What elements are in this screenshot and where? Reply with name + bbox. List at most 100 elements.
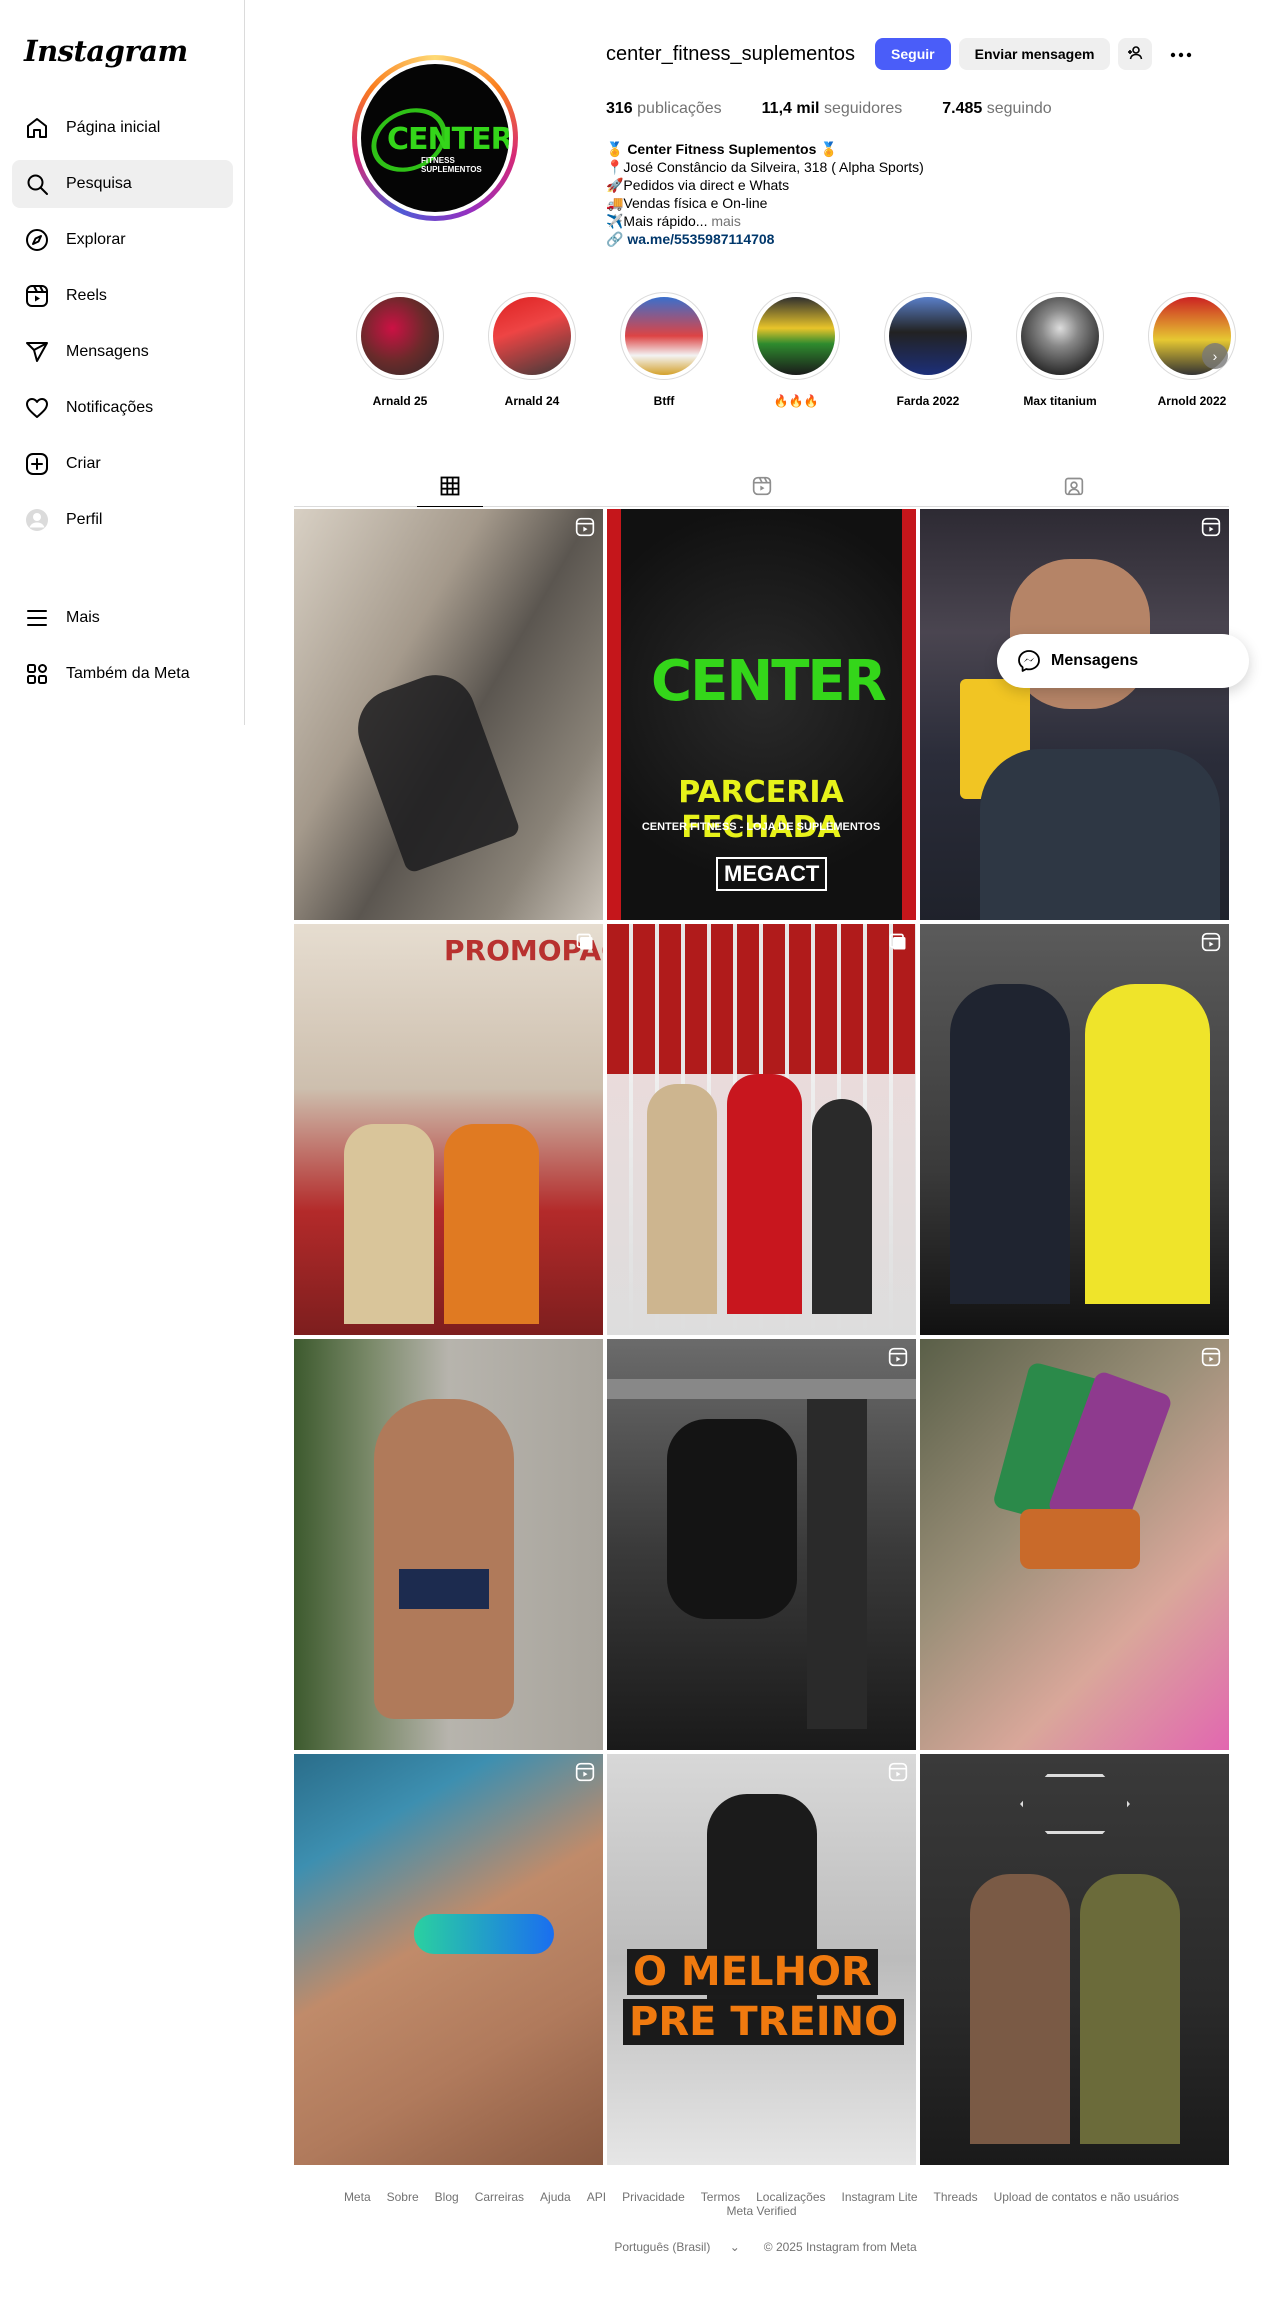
sidebar-item-create[interactable]: Criar: [12, 440, 233, 488]
carousel-icon: [889, 933, 906, 950]
highlight-ring: [752, 292, 840, 380]
footer-link[interactable]: Localizações: [756, 2190, 825, 2204]
post-tile[interactable]: [294, 1754, 603, 2165]
highlight-item[interactable]: Arnold 2022: [1126, 292, 1258, 408]
reel-icon: [575, 1762, 595, 1782]
sidebar-nav: Página inicial Pesquisa Explorar Reels M…: [12, 104, 233, 552]
tab-posts[interactable]: [417, 470, 483, 507]
post-tile[interactable]: [920, 509, 1229, 920]
reel-icon: [575, 517, 595, 537]
sidebar-item-notifications[interactable]: Notificações: [12, 384, 233, 432]
reel-icon: [1201, 932, 1221, 952]
sidebar-item-label: Reels: [66, 287, 107, 304]
highlight-label: Arnald 24: [504, 394, 560, 408]
more-dots-icon: [1170, 45, 1192, 63]
sidebar-item-explore[interactable]: Explorar: [12, 216, 233, 264]
sidebar-item-more[interactable]: Mais: [12, 594, 233, 642]
post-tile[interactable]: CENTER PARCERIA FECHADA CENTER FITNESS -…: [607, 509, 916, 920]
footer-link[interactable]: Upload de contatos e não usuários: [994, 2190, 1179, 2204]
footer-link[interactable]: Meta: [344, 2190, 371, 2204]
footer-link[interactable]: Sobre: [387, 2190, 419, 2204]
sidebar-item-messages[interactable]: Mensagens: [12, 328, 233, 376]
link-icon: 🔗: [606, 231, 624, 247]
instagram-logo[interactable]: Instagram: [24, 34, 188, 68]
post-tile[interactable]: [920, 1339, 1229, 1750]
sidebar-bottom: Mais Também da Meta: [12, 594, 233, 706]
bio-line: 🚚Vendas física e On-line: [606, 195, 768, 211]
floating-messages-button[interactable]: Mensagens: [997, 634, 1249, 688]
footer-link[interactable]: Ajuda: [540, 2190, 571, 2204]
post-figure: [346, 663, 522, 875]
post-tile[interactable]: O MELHOR PRE TREINO: [607, 1754, 916, 2165]
highlight-label: Arnald 25: [372, 394, 428, 408]
highlight-item[interactable]: Arnald 24: [466, 292, 598, 408]
highlight-ring: [356, 292, 444, 380]
post-sunglasses: [414, 1914, 554, 1954]
highlight-item[interactable]: Max titanium: [994, 292, 1126, 408]
sidebar-item-meta[interactable]: Também da Meta: [12, 650, 233, 698]
footer-link[interactable]: API: [587, 2190, 606, 2204]
post-tile[interactable]: PROMOPAC: [294, 924, 603, 1335]
post-tile[interactable]: [294, 1339, 603, 1750]
highlight-item[interactable]: 🔥🔥🔥: [730, 292, 862, 408]
footer-link[interactable]: Carreiras: [475, 2190, 524, 2204]
add-person-icon: [1127, 45, 1143, 64]
footer-link[interactable]: Threads: [934, 2190, 978, 2204]
post-tile[interactable]: [920, 924, 1229, 1335]
avatar-subtitle: FITNESS SUPLEMENTOS: [421, 156, 482, 174]
post-ceiling-light: [1020, 1774, 1130, 1834]
bio-link[interactable]: wa.me/5535987114708: [627, 231, 774, 247]
sidebar-item-search[interactable]: Pesquisa: [12, 160, 233, 208]
profile-avatar[interactable]: CENTER FITNESS SUPLEMENTOS: [352, 55, 518, 221]
followers-stat[interactable]: 11,4 mil seguidores: [762, 100, 903, 118]
profile-bio: 🏅 Center Fitness Suplementos 🏅 📍José Con…: [606, 140, 1026, 248]
post-tile[interactable]: [607, 1339, 916, 1750]
footer-link[interactable]: Blog: [435, 2190, 459, 2204]
send-message-button[interactable]: Enviar mensagem: [958, 38, 1111, 70]
bio-link-row: 🔗 wa.me/5535987114708: [606, 230, 1026, 248]
highlight-item[interactable]: Arnald 25: [334, 292, 466, 408]
sidebar-item-profile[interactable]: Perfil: [12, 496, 233, 544]
footer-link[interactable]: Privacidade: [622, 2190, 685, 2204]
suggest-user-button[interactable]: [1118, 38, 1153, 70]
post-figure: [812, 1099, 872, 1314]
tab-reels[interactable]: [729, 470, 795, 506]
highlight-cover: [361, 297, 439, 375]
reels-icon: [24, 283, 50, 309]
highlights-next-button[interactable]: ›: [1202, 343, 1228, 369]
post-tile[interactable]: [920, 1754, 1229, 2165]
posts-stat: 316 publicações: [606, 100, 722, 117]
profile-username: center_fitness_suplementos: [606, 42, 856, 65]
highlight-label: 🔥🔥🔥: [773, 394, 819, 408]
grid-icon: [440, 476, 460, 501]
highlight-item[interactable]: Btff: [598, 292, 730, 408]
bio-more-link[interactable]: mais: [711, 213, 741, 229]
footer-links: Meta Sobre Blog Carreiras Ajuda API Priv…: [294, 2190, 1229, 2218]
footer-link[interactable]: Termos: [701, 2190, 740, 2204]
menu-icon: [24, 605, 50, 631]
post-tile[interactable]: [607, 924, 916, 1335]
tab-tagged[interactable]: [1041, 470, 1107, 506]
posts-grid: CENTER PARCERIA FECHADA CENTER FITNESS -…: [294, 509, 1229, 2165]
meta-apps-icon: [24, 661, 50, 687]
footer-link[interactable]: Instagram Lite: [842, 2190, 918, 2204]
bio-line: 📍José Constâncio da Silveira, 318 ( Alph…: [606, 159, 924, 175]
sidebar-item-home[interactable]: Página inicial: [12, 104, 233, 152]
more-options-button[interactable]: [1164, 38, 1198, 70]
footer-link[interactable]: Meta Verified: [726, 2204, 796, 2218]
reel-icon: [888, 1347, 908, 1367]
sidebar-item-reels[interactable]: Reels: [12, 272, 233, 320]
post-figure: [647, 1084, 717, 1314]
sidebar-item-label: Criar: [66, 455, 101, 472]
sidebar-item-label: Perfil: [66, 511, 103, 528]
post-figure: [344, 1124, 434, 1324]
following-stat[interactable]: 7.485 seguindo: [942, 100, 1051, 118]
follow-button[interactable]: Seguir: [875, 38, 951, 70]
post-figure: [727, 1074, 802, 1314]
highlight-item[interactable]: Farda 2022: [862, 292, 994, 408]
language-selector[interactable]: Português (Brasil) ⌄: [606, 2240, 747, 2254]
footer: Meta Sobre Blog Carreiras Ajuda API Priv…: [294, 2190, 1229, 2254]
post-tile[interactable]: [294, 509, 603, 920]
chevron-down-icon: ⌄: [729, 2240, 740, 2254]
sidebar-item-label: Explorar: [66, 231, 126, 248]
